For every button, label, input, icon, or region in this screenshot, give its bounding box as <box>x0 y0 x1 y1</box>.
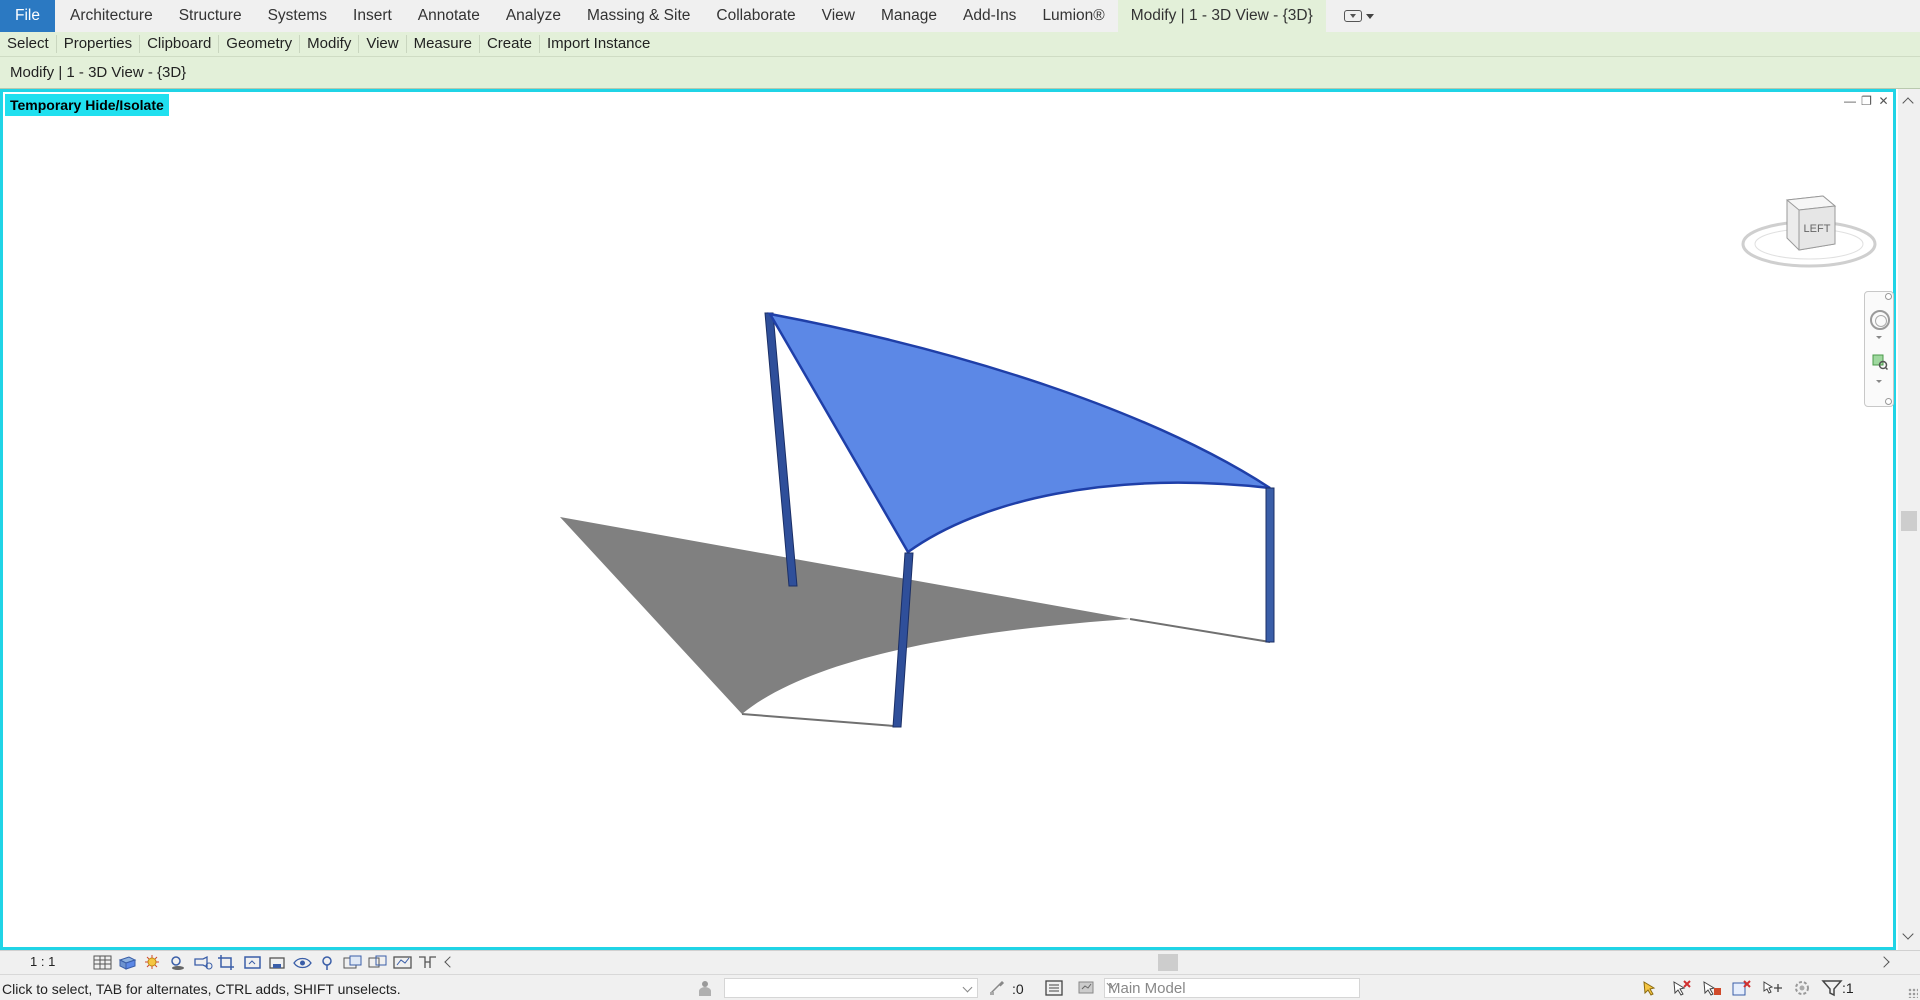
tab-annotate[interactable]: Annotate <box>405 0 493 32</box>
design-options-icon[interactable] <box>1044 979 1064 997</box>
status-message: Click to select, TAB for alternates, CTR… <box>2 981 401 997</box>
tab-view[interactable]: View <box>809 0 868 32</box>
scroll-thumb[interactable] <box>1901 511 1917 531</box>
tab-insert[interactable]: Insert <box>340 0 405 32</box>
tab-modify-3d-view[interactable]: Modify | 1 - 3D View - {3D} <box>1117 0 1326 32</box>
tab-file[interactable]: File <box>0 0 55 32</box>
reveal-hidden-icon[interactable] <box>317 954 338 971</box>
scroll-down-icon[interactable] <box>1902 928 1914 940</box>
select-links-icon[interactable] <box>1640 978 1664 998</box>
scroll-up-icon[interactable] <box>1902 97 1914 109</box>
navbar-option-icon[interactable] <box>1885 293 1892 300</box>
viewcube-icon[interactable]: LEFT <box>1739 182 1879 282</box>
main-model-icon[interactable] <box>1076 979 1096 997</box>
navigation-bar[interactable] <box>1864 291 1894 407</box>
select-underlay-icon[interactable] <box>1670 978 1694 998</box>
detail-level-icon[interactable] <box>92 954 113 971</box>
zoom-region-icon[interactable] <box>1872 354 1888 370</box>
active-workset-select[interactable] <box>724 978 978 998</box>
chevron-down-icon[interactable] <box>1876 336 1882 339</box>
panel-modify[interactable]: Modify <box>300 35 360 53</box>
tab-analyze[interactable]: Analyze <box>493 0 574 32</box>
view-scale[interactable]: 1 : 1 <box>30 954 55 969</box>
worksets-icon[interactable] <box>695 979 715 997</box>
options-bar-label: Modify | 1 - 3D View - {3D} <box>10 64 187 81</box>
tab-add-ins[interactable]: Add-Ins <box>950 0 1029 32</box>
tab-systems[interactable]: Systems <box>255 0 340 32</box>
canopy-surface <box>767 312 1271 554</box>
panel-clipboard[interactable]: Clipboard <box>140 35 220 53</box>
panel-select[interactable]: Select <box>0 35 57 53</box>
canopy-shadow <box>560 517 1130 714</box>
ribbon-tab-bar: File Architecture Structure Systems Inse… <box>0 0 1920 32</box>
vertical-scrollbar[interactable] <box>1898 89 1920 950</box>
design-option-select[interactable]: Main Model <box>1104 978 1360 998</box>
filter-icon[interactable] <box>1820 978 1844 998</box>
panel-view[interactable]: View <box>359 35 407 53</box>
ribbon-display-dropdown[interactable] <box>1343 10 1374 22</box>
tab-architecture[interactable]: Architecture <box>57 0 166 32</box>
shadows-icon[interactable] <box>167 954 188 971</box>
analytical-model-icon[interactable] <box>367 954 388 971</box>
shadow-edge-line <box>1129 618 1271 643</box>
options-bar: Modify | 1 - 3D View - {3D} <box>0 57 1920 89</box>
sun-path-icon[interactable] <box>142 954 163 971</box>
navbar-option-icon[interactable] <box>1885 398 1892 405</box>
crop-view-icon[interactable] <box>217 954 238 971</box>
temp-hide-icon[interactable] <box>292 954 313 971</box>
steering-wheel-icon[interactable] <box>1870 310 1890 330</box>
tab-lumion[interactable]: Lumion® <box>1029 0 1117 32</box>
temp-properties-icon[interactable] <box>342 954 363 971</box>
filter-count: :1 <box>1842 980 1854 996</box>
panel-import-instance[interactable]: Import Instance <box>540 35 657 53</box>
shadow-edge-line <box>741 713 895 727</box>
show-crop-icon[interactable] <box>242 954 263 971</box>
panel-measure[interactable]: Measure <box>407 35 480 53</box>
view-3d-canvas[interactable]: Temporary Hide/Isolate — ❐ ✕ LEFT <box>0 89 1896 950</box>
visual-style-icon[interactable] <box>117 954 138 971</box>
ribbon-panel-row: Select Properties Clipboard Geometry Mod… <box>0 32 1920 57</box>
drag-elements-icon[interactable] <box>1760 978 1784 998</box>
ribbon-display-icon <box>1343 10 1362 22</box>
lock-3d-icon[interactable] <box>267 954 288 971</box>
constraints-icon[interactable] <box>417 954 438 971</box>
status-bar: Click to select, TAB for alternates, CTR… <box>0 974 1920 1000</box>
select-pinned-icon[interactable] <box>1700 978 1724 998</box>
select-by-face-icon[interactable] <box>1730 978 1754 998</box>
scroll-left-icon[interactable] <box>444 956 456 968</box>
panel-properties[interactable]: Properties <box>57 35 141 53</box>
column-right <box>1265 487 1275 643</box>
background-processes-icon[interactable] <box>1790 978 1814 998</box>
tab-structure[interactable]: Structure <box>166 0 255 32</box>
design-option-value: Main Model <box>1108 980 1186 997</box>
viewcube-face-label: LEFT <box>1804 223 1831 235</box>
panel-geometry[interactable]: Geometry <box>219 35 301 53</box>
view-control-bar: 1 : 1 <box>0 950 1920 974</box>
chevron-down-icon <box>1365 13 1374 19</box>
editing-requests-icon[interactable] <box>988 979 1006 997</box>
tab-massing-site[interactable]: Massing & Site <box>574 0 703 32</box>
selection-toggles: :1 <box>1640 978 1854 998</box>
chevron-down-icon <box>962 982 973 993</box>
tab-manage[interactable]: Manage <box>868 0 950 32</box>
editing-request-count: :0 <box>1012 981 1024 997</box>
model-scene <box>560 312 1275 728</box>
view-control-icons <box>92 954 438 971</box>
resize-grip-icon[interactable] <box>1908 988 1918 998</box>
panel-create[interactable]: Create <box>480 35 540 53</box>
chevron-down-icon[interactable] <box>1876 380 1882 383</box>
highlight-displacement-icon[interactable] <box>392 954 413 971</box>
scroll-right-icon[interactable] <box>1878 956 1890 968</box>
render-icon[interactable] <box>192 954 213 971</box>
tab-collaborate[interactable]: Collaborate <box>703 0 808 32</box>
horizontal-scroll-thumb[interactable] <box>1158 954 1178 971</box>
